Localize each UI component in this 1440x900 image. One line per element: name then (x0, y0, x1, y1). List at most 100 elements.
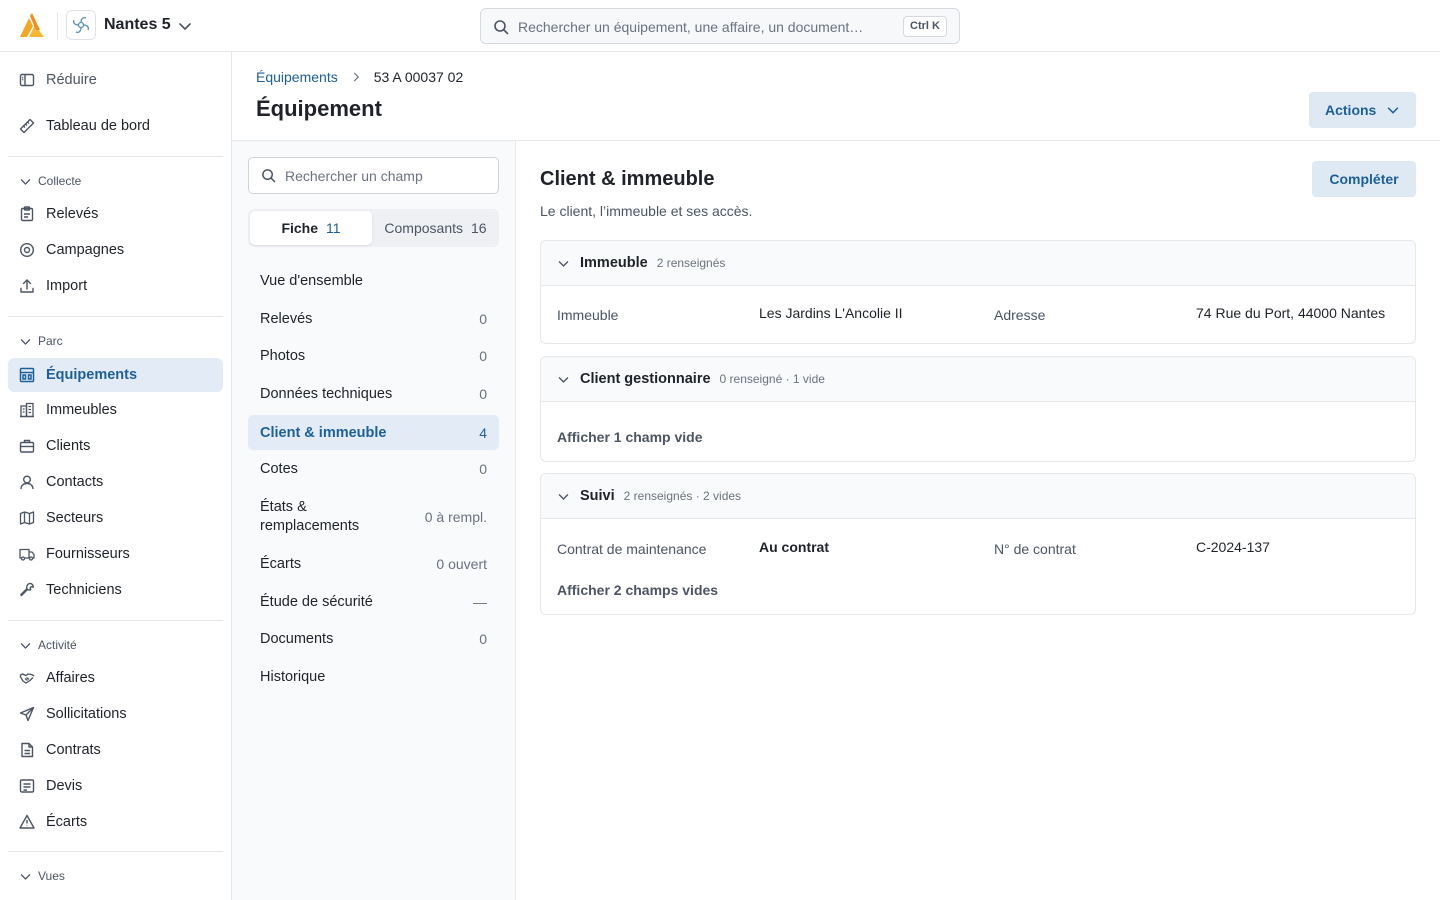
card-header-client[interactable]: Client gestionnaire 0 renseigné · 1 vide (541, 357, 1415, 402)
card-title: Immeuble (580, 255, 648, 271)
section-item[interactable]: Documents 0 (248, 621, 499, 657)
sidebar-item-label: Sollicitations (46, 706, 127, 722)
section-count: 0 (479, 311, 487, 327)
send-icon (19, 706, 35, 722)
chevron-down-icon (20, 338, 31, 345)
chevron-down-icon[interactable] (177, 18, 193, 34)
section-item[interactable]: Relevés 0 (248, 301, 499, 337)
sidebar-item-label: Immeubles (46, 402, 117, 418)
sidebar-item-techniciens[interactable]: Techniciens (8, 573, 223, 607)
sidebar-item-dashboard[interactable]: Tableau de bord (8, 109, 223, 143)
show-empty-fields-link[interactable]: Afficher 2 champs vides (557, 582, 718, 598)
sidebar-item-secteurs[interactable]: Secteurs (8, 501, 223, 535)
global-search-input[interactable]: Rechercher un équipement, une affaire, u… (480, 8, 960, 44)
org-avatar[interactable] (66, 10, 96, 40)
section-label: Photos (260, 348, 306, 364)
card-header-suivi[interactable]: Suivi 2 renseignés · 2 vides (541, 474, 1415, 519)
sidebar-item-import[interactable]: Import (8, 269, 223, 303)
field-value[interactable]: 74 Rue du Port, 44000 Nantes (1196, 305, 1385, 321)
warning-icon (19, 814, 35, 829)
section-item[interactable]: Vue d'ensemble (248, 263, 499, 299)
field-label: Adresse (994, 307, 1046, 323)
sidebar-group-activite[interactable]: Activité (19, 637, 77, 653)
sidebar-item-contrats[interactable]: Contrats (8, 733, 223, 767)
tab-fiche[interactable]: Fiche 11 (250, 211, 372, 245)
sidebar-item-sollicitations[interactable]: Sollicitations (8, 697, 223, 731)
sidebar-item-label: Clients (46, 438, 91, 454)
sidebar-item-label: Campagnes (46, 242, 125, 258)
sidebar-item-label: Équipements (46, 367, 138, 383)
section-label: Documents (260, 631, 334, 647)
complete-button[interactable]: Compléter (1312, 161, 1416, 197)
divider (8, 851, 223, 852)
card-meta: 0 renseigné · 1 vide (719, 372, 825, 386)
sidebar-item-releves[interactable]: Relevés (8, 197, 223, 231)
org-name[interactable]: Nantes 5 (104, 16, 171, 34)
breadcrumb-link-equipements[interactable]: Équipements (256, 69, 338, 85)
section-item[interactable]: Écarts 0 ouvert (248, 546, 499, 582)
section-label: Données techniques (260, 386, 393, 402)
sidebar-item-fournisseurs[interactable]: Fournisseurs (8, 537, 223, 571)
sidebar-item-immeubles[interactable]: Immeubles (8, 393, 223, 427)
divider (57, 12, 58, 40)
sidebar-item-campagnes[interactable]: Campagnes (8, 233, 223, 267)
sidebar-item-equipements[interactable]: Équipements (8, 358, 223, 392)
field-value[interactable]: Au contrat (759, 539, 829, 555)
sidebar-item-clients[interactable]: Clients (8, 429, 223, 463)
sidebar-item-label: Fournisseurs (46, 546, 130, 562)
section-item[interactable]: Historique (248, 659, 499, 695)
section-count: 0 (479, 631, 487, 647)
ruler-icon (19, 118, 35, 134)
show-empty-fields-link[interactable]: Afficher 1 champ vide (557, 429, 703, 445)
chevron-right-icon (350, 71, 362, 83)
field-label: Contrat de maintenance (557, 541, 707, 557)
app-logo[interactable] (18, 12, 46, 40)
tab-composants[interactable]: Composants 16 (374, 211, 497, 245)
section-item[interactable]: États & remplacements 0 à rempl. (248, 493, 499, 541)
sidebar-item-label: Contacts (46, 474, 104, 490)
field-search-input[interactable]: Rechercher un champ (248, 157, 499, 194)
field-row: Contrat de maintenance Au contrat N° de … (541, 539, 1415, 559)
sidebar-item-label: Écarts (46, 814, 88, 830)
section-item[interactable]: Données techniques 0 (248, 376, 499, 412)
quote-icon (19, 779, 35, 793)
field-label: N° de contrat (994, 541, 1076, 557)
field-navigation-panel: Rechercher un champ Fiche 11 Composants … (232, 141, 516, 900)
section-item[interactable]: Photos 0 (248, 338, 499, 374)
sidebar-item-label: Import (46, 278, 88, 294)
section-item-client-immeuble[interactable]: Client & immeuble 4 (248, 415, 499, 450)
section-count: 0 (479, 348, 487, 364)
sidebar-item-devis[interactable]: Devis (8, 769, 223, 803)
section-item[interactable]: Étude de sécurité — (248, 584, 499, 620)
breadcrumb-current: 53 A 00037 02 (373, 69, 464, 85)
sidebar-item-affaires[interactable]: Affaires (8, 661, 223, 695)
card-suivi: Suivi 2 renseignés · 2 vides Contrat de … (540, 473, 1416, 615)
actions-button[interactable]: Actions (1309, 92, 1416, 128)
field-value[interactable]: Les Jardins L'Ancolie II (759, 305, 903, 321)
card-header-immeuble[interactable]: Immeuble 2 renseignés (541, 241, 1415, 286)
sidebar-group-parc[interactable]: Parc (19, 333, 63, 349)
page-header: Équipements 53 A 00037 02 Équipement Act… (232, 52, 1440, 141)
section-item[interactable]: Cotes 0 (248, 451, 499, 487)
section-count: 0 à rempl. (424, 509, 487, 525)
top-bar: Nantes 5 Rechercher un équipement, une a… (0, 0, 1440, 52)
sidebar-item-ecarts[interactable]: Écarts (8, 805, 223, 839)
tab-count: 11 (326, 220, 341, 236)
main-content: Client & immeuble Le client, l’immeuble … (516, 141, 1440, 900)
map-icon (19, 511, 35, 525)
sidebar-group-vues[interactable]: Vues (19, 868, 65, 884)
sidebar-item-contacts[interactable]: Contacts (8, 465, 223, 499)
sidebar-item-label: Devis (46, 778, 83, 794)
sidebar-item-label: Secteurs (46, 510, 104, 526)
section-title: Client & immeuble (540, 168, 715, 190)
sidebar-item-label: Techniciens (46, 582, 122, 598)
user-icon (20, 475, 34, 490)
section-count: — (473, 594, 487, 610)
handshake-icon (19, 673, 35, 684)
section-label: Vue d'ensemble (260, 273, 363, 289)
sidebar-collapse-button[interactable]: Réduire (8, 63, 223, 97)
equipment-icon (19, 367, 35, 383)
sidebar-group-label: Collecte (38, 174, 82, 188)
sidebar-group-collecte[interactable]: Collecte (19, 173, 81, 189)
field-value[interactable]: C-2024-137 (1196, 539, 1270, 555)
